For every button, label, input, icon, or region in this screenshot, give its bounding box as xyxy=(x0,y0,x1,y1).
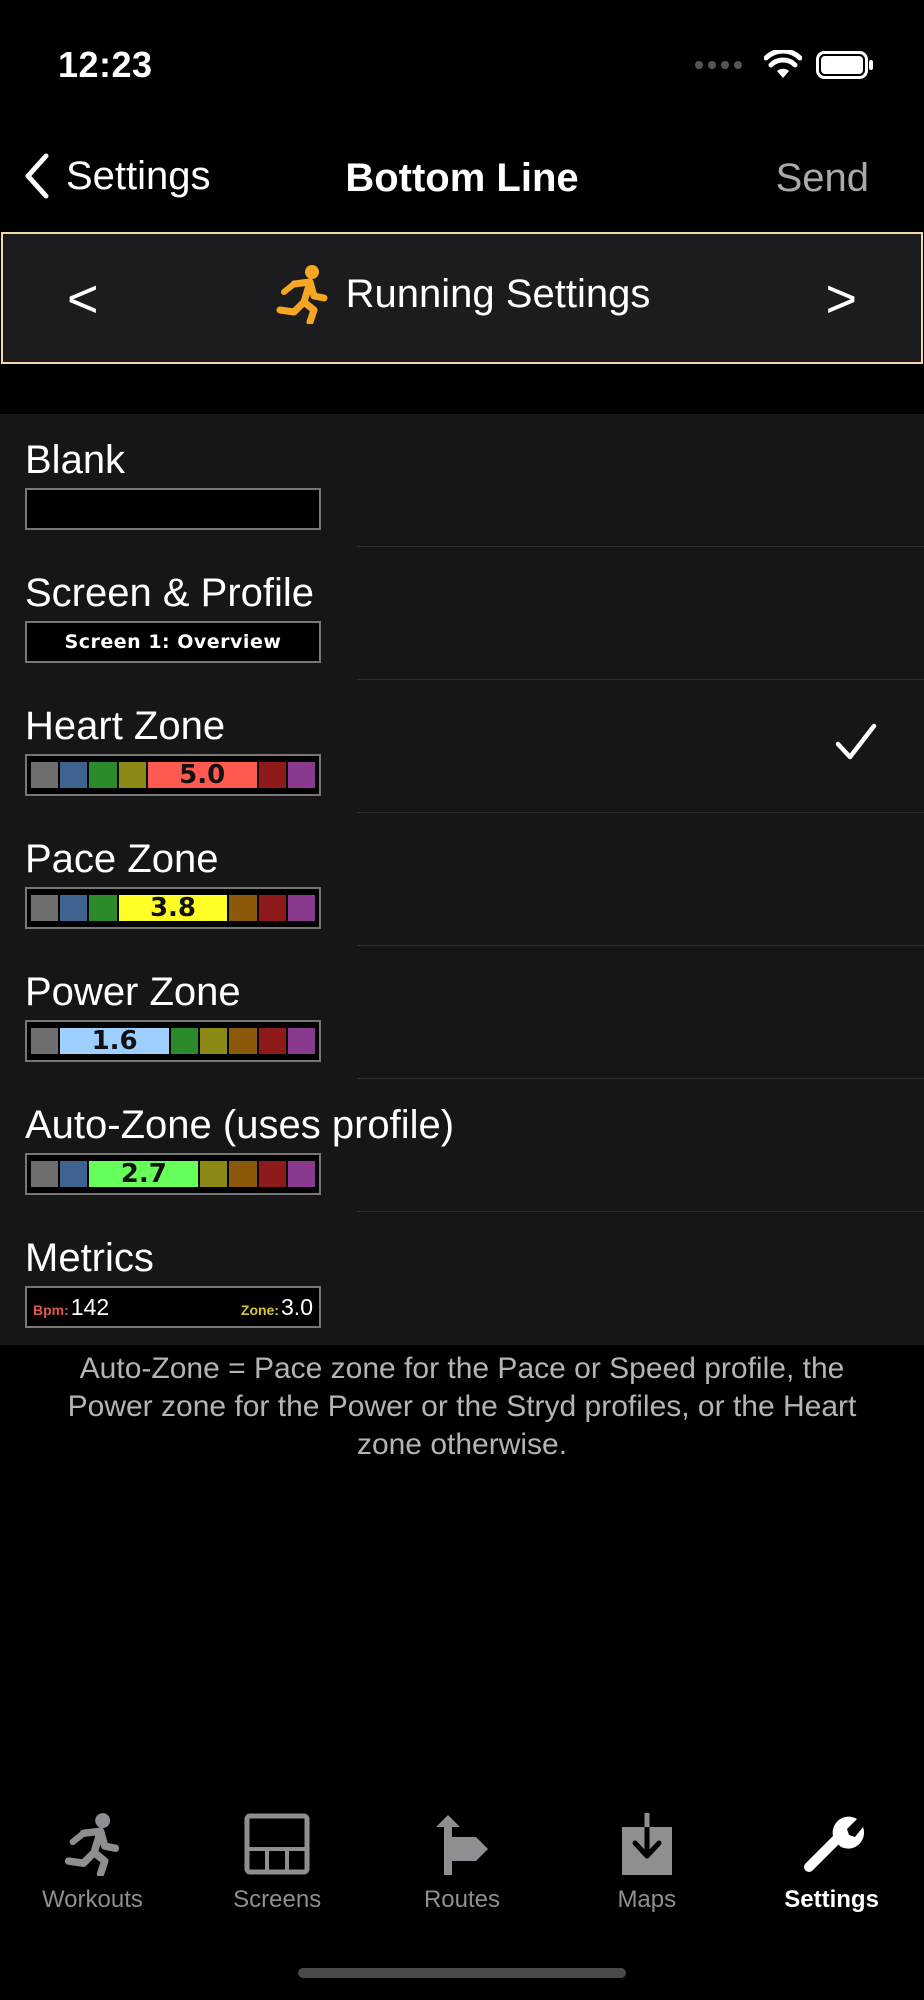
option-pace-zone[interactable]: Pace Zone 3.8 xyxy=(0,813,924,946)
zone-cell xyxy=(31,1161,59,1187)
profile-name: Running Settings xyxy=(345,271,651,316)
zone-cell xyxy=(258,762,286,788)
zone-cell xyxy=(200,1161,228,1187)
zone-cell xyxy=(258,895,286,921)
zone-cell xyxy=(89,895,117,921)
zone-bar: 2.7 xyxy=(31,1161,316,1187)
metric-zone: Zone: 3.0 xyxy=(241,1294,313,1321)
metric-bpm: Bpm: 142 xyxy=(33,1294,109,1321)
tab-label: Workouts xyxy=(41,1886,143,1913)
zone-cell xyxy=(118,762,146,788)
option-screen-and-profile[interactable]: Screen & Profile Screen 1: Overview xyxy=(0,547,924,680)
running-person-icon xyxy=(60,1808,124,1880)
zone-cell xyxy=(287,1028,316,1054)
option-label: Power Zone xyxy=(25,970,241,1014)
option-blank[interactable]: Blank xyxy=(0,414,924,547)
screen-name-text: Screen 1: Overview xyxy=(64,631,282,653)
metrics-values: Bpm: 142 Zone: 3.0 xyxy=(31,1294,315,1321)
metrics-preview: Bpm: 142 Zone: 3.0 xyxy=(25,1286,321,1328)
zone-cell xyxy=(258,1028,286,1054)
battery-icon xyxy=(816,51,873,79)
zone-cell xyxy=(200,1028,228,1054)
zone-cell xyxy=(89,762,117,788)
zone-cell xyxy=(229,895,257,921)
zone-bar: 1.6 xyxy=(31,1028,316,1054)
auto-zone-footnote: Auto-Zone = Pace zone for the Pace or Sp… xyxy=(67,1352,857,1461)
option-label: Blank xyxy=(25,438,126,482)
zone-cell xyxy=(287,895,316,921)
option-power-zone[interactable]: Power Zone 1.6 xyxy=(0,946,924,1079)
zone-cell xyxy=(287,1161,316,1187)
auto-zone-preview: 2.7 xyxy=(25,1153,321,1195)
wifi-icon xyxy=(764,50,802,78)
tab-routes[interactable]: Routes xyxy=(370,1800,555,1930)
screen-profile-preview: Screen 1: Overview xyxy=(25,621,321,663)
send-button[interactable]: Send xyxy=(776,156,869,201)
tab-label: Settings xyxy=(784,1886,879,1913)
power-zone-preview: 1.6 xyxy=(25,1020,321,1062)
status-icons xyxy=(695,50,874,80)
profile-title: Running Settings xyxy=(3,264,921,324)
tab-settings[interactable]: Settings xyxy=(739,1800,924,1930)
option-auto-zone[interactable]: Auto-Zone (uses profile) 2.7 xyxy=(0,1079,924,1212)
tab-label: Screens xyxy=(233,1886,322,1913)
zone-cell xyxy=(31,1028,59,1054)
active-zone-cell: 5.0 xyxy=(147,762,257,788)
metric-label: Bpm: xyxy=(33,1301,69,1318)
running-person-icon xyxy=(276,265,328,324)
tab-workouts[interactable]: Workouts xyxy=(0,1800,185,1930)
navigation-bar: Settings Bottom Line Send xyxy=(0,130,924,230)
bottom-line-options-list: Blank Screen & Profile Screen 1: Overvie… xyxy=(0,414,924,1345)
metric-value: 142 xyxy=(70,1293,110,1320)
active-zone-cell: 3.8 xyxy=(118,895,228,921)
profile-switcher: < Running Settings > xyxy=(1,232,923,364)
pace-zone-preview: 3.8 xyxy=(25,887,321,929)
tab-screens[interactable]: Screens xyxy=(185,1800,370,1930)
zone-cell xyxy=(258,1161,286,1187)
route-sign-icon xyxy=(432,1808,492,1880)
home-indicator xyxy=(298,1968,626,1978)
next-profile-button[interactable]: > xyxy=(825,268,857,330)
zone-cell xyxy=(60,1161,88,1187)
zone-bar: 5.0 xyxy=(31,762,316,788)
cellular-signal-icon xyxy=(695,61,742,69)
option-label: Heart Zone xyxy=(25,704,226,748)
zone-cell xyxy=(287,762,316,788)
heart-zone-preview: 5.0 xyxy=(25,754,321,796)
tab-bar: Workouts Screens Routes Maps Settings xyxy=(0,1800,924,1930)
blank-preview xyxy=(25,488,321,530)
zone-cell xyxy=(60,762,88,788)
tab-maps[interactable]: Maps xyxy=(554,1800,739,1930)
zone-cell xyxy=(229,1161,257,1187)
zone-cell xyxy=(171,1028,199,1054)
status-bar: 12:23 xyxy=(0,0,924,130)
zone-bar: 3.8 xyxy=(31,895,316,921)
active-zone-cell: 2.7 xyxy=(89,1161,199,1187)
status-time: 12:23 xyxy=(58,44,153,85)
option-label: Auto-Zone (uses profile) xyxy=(25,1103,455,1147)
zone-cell xyxy=(60,895,88,921)
option-label: Screen & Profile xyxy=(25,571,315,615)
zone-cell xyxy=(31,762,59,788)
tab-label: Routes xyxy=(423,1886,501,1913)
option-heart-zone[interactable]: Heart Zone 5.0 xyxy=(0,680,924,813)
metric-label: Zone: xyxy=(240,1301,280,1318)
metric-value: 3.0 xyxy=(281,1293,313,1320)
option-label: Pace Zone xyxy=(25,837,219,881)
option-label: Metrics xyxy=(25,1236,154,1280)
active-zone-cell: 1.6 xyxy=(60,1028,169,1054)
map-download-icon xyxy=(620,1808,674,1880)
zone-cell xyxy=(31,895,59,921)
option-metrics[interactable]: Metrics Bpm: 142 Zone: 3.0 xyxy=(0,1212,924,1345)
tab-label: Maps xyxy=(617,1886,677,1913)
checkmark-icon xyxy=(834,722,878,767)
wrench-icon xyxy=(799,1808,865,1880)
screen-grid-icon xyxy=(244,1808,310,1880)
zone-cell xyxy=(229,1028,257,1054)
